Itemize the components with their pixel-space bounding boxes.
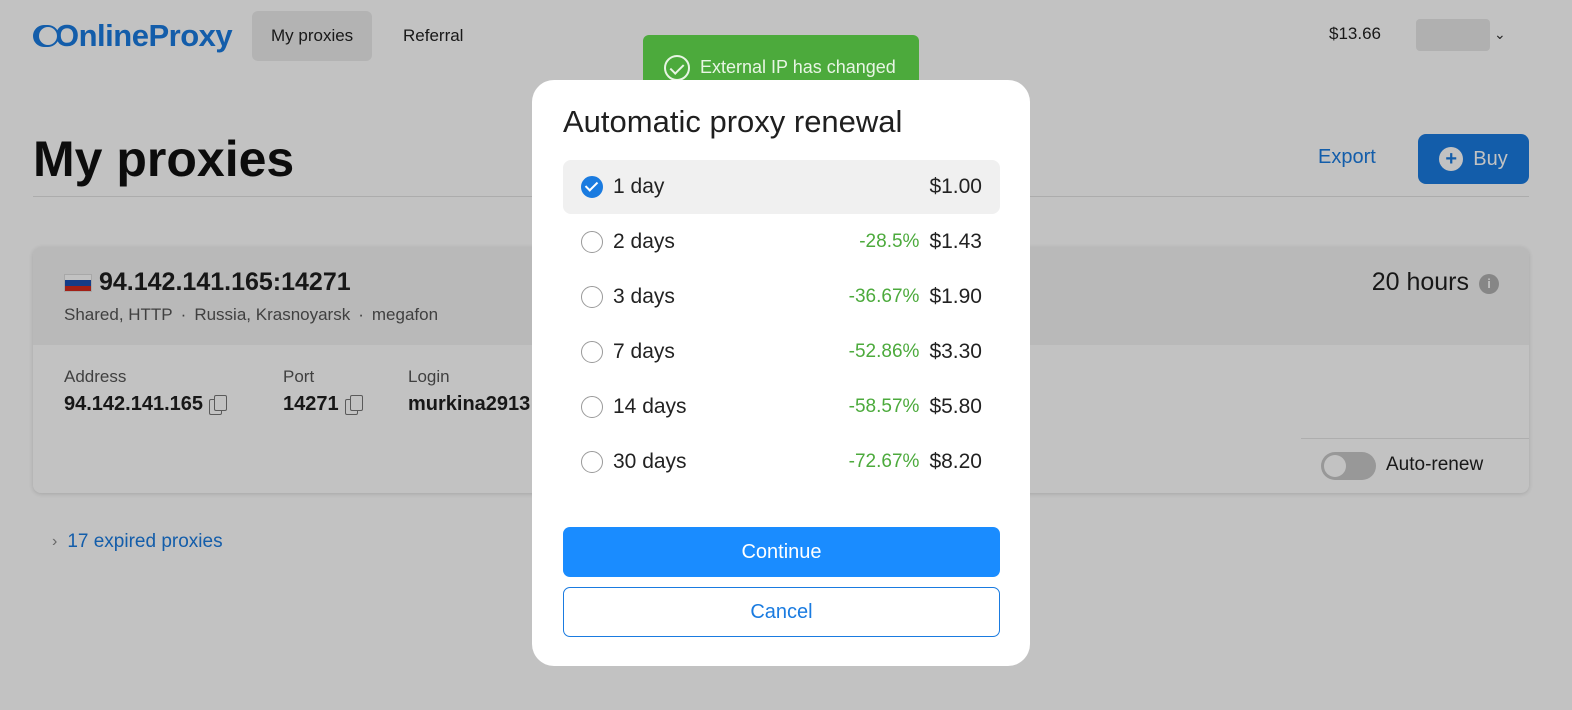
- option-price: $1.90: [929, 285, 982, 308]
- continue-button[interactable]: Continue: [563, 527, 1000, 577]
- cancel-button[interactable]: Cancel: [563, 587, 1000, 637]
- renewal-option-30-days[interactable]: 30 days -72.67% $8.20: [563, 435, 1000, 489]
- renewal-option-7-days[interactable]: 7 days -52.86% $3.30: [563, 325, 1000, 379]
- renewal-modal: Automatic proxy renewal 1 day $1.00 2 da…: [532, 80, 1030, 666]
- option-discount: -36.67%: [848, 286, 920, 307]
- option-label: 3 days: [613, 285, 675, 308]
- renewal-option-1-day[interactable]: 1 day $1.00: [563, 160, 1000, 214]
- option-label: 14 days: [613, 395, 687, 418]
- modal-title: Automatic proxy renewal: [563, 104, 903, 139]
- option-discount: -58.57%: [848, 396, 920, 417]
- option-pricing: -58.57% $5.80: [849, 395, 982, 419]
- radio-icon[interactable]: [581, 341, 603, 363]
- radio-icon[interactable]: [581, 231, 603, 253]
- option-label: 2 days: [613, 230, 675, 253]
- renewal-option-3-days[interactable]: 3 days -36.67% $1.90: [563, 270, 1000, 324]
- option-label: 30 days: [613, 450, 687, 473]
- radio-icon[interactable]: [581, 451, 603, 473]
- option-price: $5.80: [929, 395, 982, 418]
- radio-icon[interactable]: [581, 396, 603, 418]
- option-discount: -52.86%: [848, 341, 920, 362]
- option-price: $3.30: [929, 340, 982, 363]
- option-pricing: -28.5% $1.43: [859, 230, 982, 254]
- option-discount: -28.5%: [859, 231, 920, 252]
- option-label: 1 day: [613, 175, 665, 198]
- option-discount: -72.67%: [848, 451, 920, 472]
- option-price: $1.43: [929, 230, 982, 253]
- renewal-option-14-days[interactable]: 14 days -58.57% $5.80: [563, 380, 1000, 434]
- radio-checked-icon[interactable]: [581, 176, 603, 198]
- option-pricing: -36.67% $1.90: [849, 285, 982, 309]
- renewal-option-2-days[interactable]: 2 days -28.5% $1.43: [563, 215, 1000, 269]
- option-price: $1.00: [929, 175, 982, 198]
- option-pricing: -72.67% $8.20: [849, 450, 982, 474]
- toast-message: External IP has changed: [700, 57, 896, 77]
- option-pricing: $1.00: [929, 175, 982, 199]
- check-circle-icon: [664, 55, 690, 81]
- option-label: 7 days: [613, 340, 675, 363]
- option-price: $8.20: [929, 450, 982, 473]
- option-pricing: -52.86% $3.30: [849, 340, 982, 364]
- radio-icon[interactable]: [581, 286, 603, 308]
